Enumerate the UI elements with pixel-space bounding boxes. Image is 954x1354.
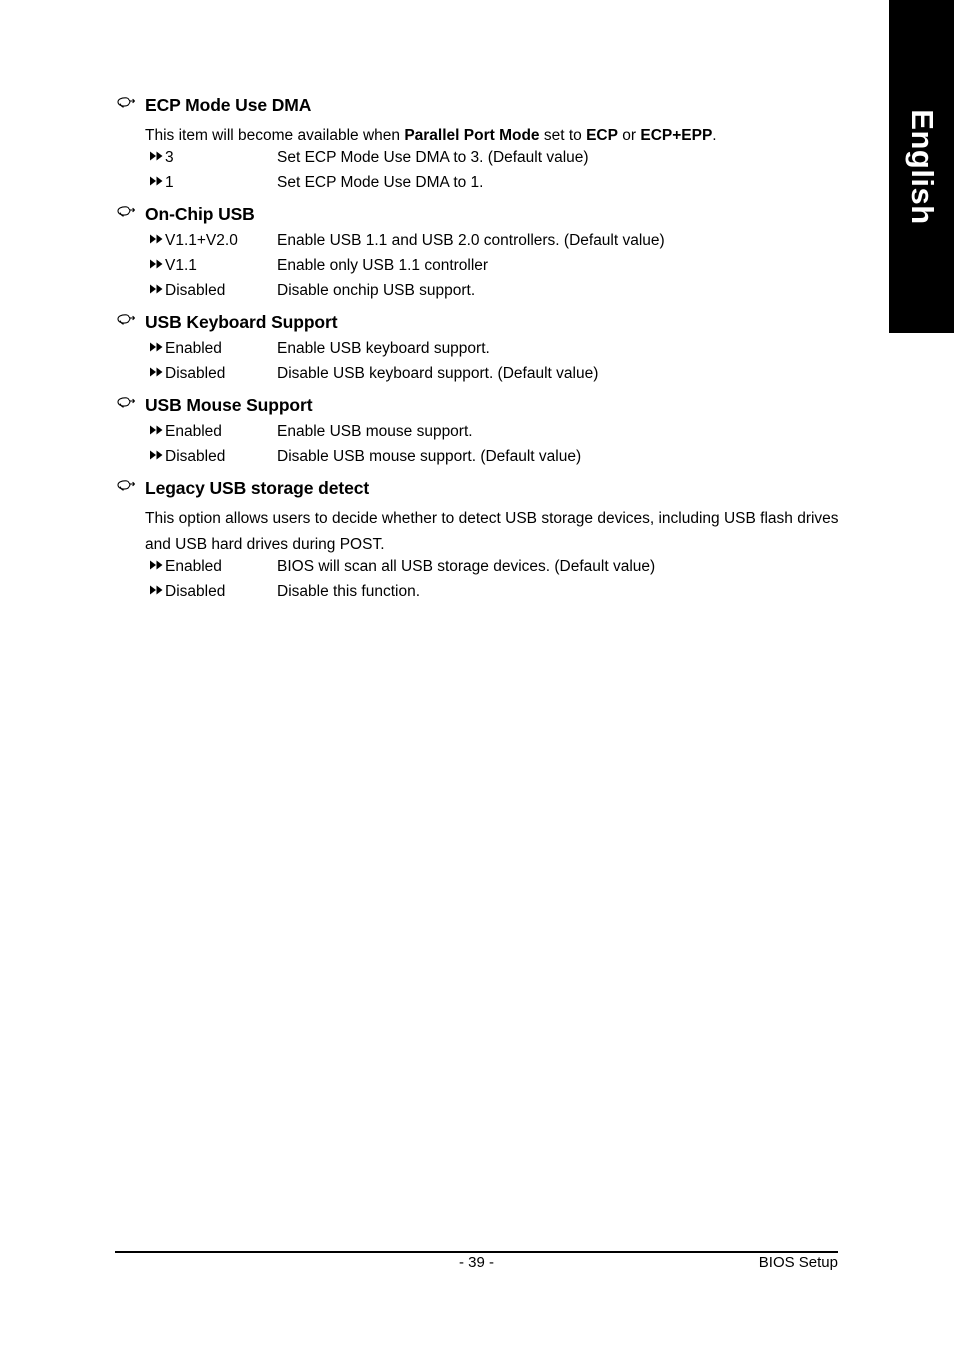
page-number: - 39 -: [458, 1254, 494, 1271]
description-text: This option allows users to decide wheth…: [145, 510, 839, 553]
description-text: .: [712, 127, 717, 144]
option-value: V1.1+V2.0: [165, 232, 238, 249]
double-right-arrow-icon: [150, 176, 165, 186]
option-row: 1 Set ECP Mode Use DMA to 1.: [150, 174, 857, 199]
manual-section: USB Keyboard Support Enabled Enable USB ke…: [117, 312, 857, 390]
language-tab: English: [889, 0, 954, 333]
option-description: Disable onchip USB support.: [277, 282, 476, 299]
option-description: Disable this function.: [277, 583, 421, 600]
option-description: Enable USB keyboard support.: [277, 340, 490, 357]
double-right-arrow-icon: [150, 560, 165, 570]
section-title: On-Chip USB: [145, 204, 255, 224]
option-value: 1: [165, 174, 174, 191]
option-description: BIOS will scan all USB storage devices. …: [277, 558, 656, 575]
option-value: Disabled: [165, 583, 226, 600]
option-description: Enable USB 1.1 and USB 2.0 controllers. …: [277, 232, 665, 249]
section-heading: USB Mouse Support: [117, 395, 857, 423]
option-row: Disabled Disable USB mouse support. (Defa…: [150, 448, 857, 473]
section-title: Legacy USB storage detect: [145, 478, 370, 498]
description-emphasis: ECP+EPP: [640, 127, 713, 144]
section-description: This item will become available when Par…: [145, 123, 845, 149]
option-description: Disable USB mouse support. (Default valu…: [277, 448, 582, 465]
manual-section: USB Mouse Support Enabled Enable USB mouse…: [117, 395, 857, 473]
section-heading: Legacy USB storage detect: [117, 478, 857, 506]
option-row: Enabled Enable USB mouse support.: [150, 423, 857, 448]
description-emphasis: Parallel Port Mode: [404, 127, 540, 144]
option-description: Set ECP Mode Use DMA to 1.: [277, 174, 484, 191]
section-description: This option allows users to decide wheth…: [145, 506, 845, 558]
manual-section: Legacy USB storage detect This option all…: [117, 478, 857, 608]
double-right-arrow-icon: [150, 284, 165, 294]
double-right-arrow-icon: [150, 342, 165, 352]
double-right-arrow-icon: [150, 450, 165, 460]
pointing-hand-icon: [117, 477, 145, 493]
option-value: 3: [165, 149, 174, 166]
manual-section: ECP Mode Use DMA This item will become av…: [117, 95, 857, 199]
option-row: Disabled Disable USB keyboard support. (D…: [150, 365, 857, 390]
option-row: Disabled Disable onchip USB support.: [150, 282, 857, 307]
double-right-arrow-icon: [150, 259, 165, 269]
description-text: or: [617, 127, 641, 144]
footer-divider: [115, 1251, 838, 1253]
section-heading: On-Chip USB: [117, 204, 857, 232]
option-row: Disabled Disable this function.: [150, 583, 857, 608]
option-value: V1.1: [165, 257, 197, 274]
page-footer: - 39 - BIOS Setup: [115, 1251, 838, 1280]
option-row: 3 Set ECP Mode Use DMA to 3. (Default val…: [150, 149, 857, 174]
option-row: V1.1+V2.0 Enable USB 1.1 and USB 2.0 cont…: [150, 232, 857, 257]
section-title: USB Keyboard Support: [145, 312, 338, 332]
double-right-arrow-icon: [150, 585, 165, 595]
pointing-hand-icon: [117, 203, 145, 219]
option-value: Enabled: [165, 423, 222, 440]
language-tab-label: English: [904, 108, 940, 225]
section-heading: USB Keyboard Support: [117, 312, 857, 340]
option-row: Enabled Enable USB keyboard support.: [150, 340, 857, 365]
document-content: ECP Mode Use DMA This item will become av…: [117, 95, 857, 608]
option-value: Enabled: [165, 558, 222, 575]
option-description: Set ECP Mode Use DMA to 3. (Default valu…: [277, 149, 589, 166]
option-value: Disabled: [165, 448, 226, 465]
option-value: Enabled: [165, 340, 222, 357]
option-description: Enable only USB 1.1 controller: [277, 257, 489, 274]
double-right-arrow-icon: [150, 234, 165, 244]
description-text: This item will become available when: [145, 127, 405, 144]
section-title: USB Mouse Support: [145, 395, 313, 415]
option-row: V1.1 Enable only USB 1.1 controller: [150, 257, 857, 282]
option-row: Enabled BIOS will scan all USB storage de…: [150, 558, 857, 583]
double-right-arrow-icon: [150, 425, 165, 435]
section-heading: ECP Mode Use DMA: [117, 95, 857, 123]
pointing-hand-icon: [117, 311, 145, 327]
option-description: Enable USB mouse support.: [277, 423, 473, 440]
double-right-arrow-icon: [150, 367, 165, 377]
description-emphasis: ECP: [586, 127, 618, 144]
manual-section: On-Chip USB V1.1+V2.0 Enable USB 1.1 and U…: [117, 204, 857, 307]
option-value: Disabled: [165, 282, 226, 299]
double-right-arrow-icon: [150, 151, 165, 161]
option-description: Disable USB keyboard support. (Default v…: [277, 365, 599, 382]
description-text: set to: [539, 127, 587, 144]
footer-document-label: BIOS Setup: [758, 1254, 838, 1271]
option-value: Disabled: [165, 365, 226, 382]
pointing-hand-icon: [117, 94, 145, 110]
pointing-hand-icon: [117, 394, 145, 410]
section-title: ECP Mode Use DMA: [145, 95, 312, 115]
